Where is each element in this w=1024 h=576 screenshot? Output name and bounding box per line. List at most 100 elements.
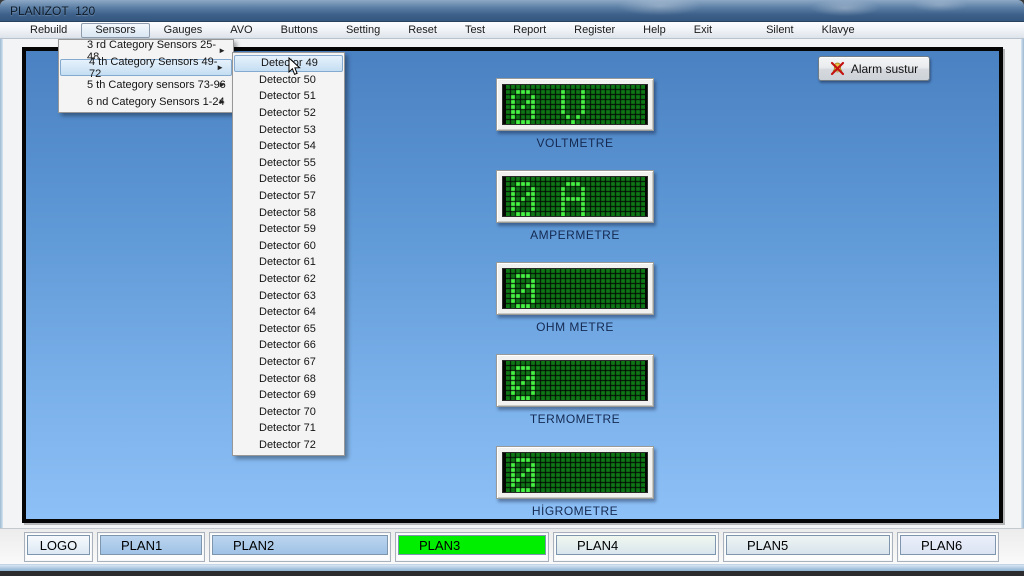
detector-menu-item[interactable]: Detector 56 (233, 171, 344, 188)
plan-tab-bar: LOGO PLAN1 PLAN2 PLAN3 PLAN4 (0, 528, 1024, 565)
window-border-bottom (0, 564, 1024, 571)
detector-menu-label: Detector 62 (259, 273, 316, 285)
window-border-left (0, 39, 3, 571)
detector-menu-item[interactable]: Detector 57 (233, 188, 344, 205)
detector-menu-item[interactable]: Detector 49 (234, 55, 343, 72)
detector-menu-item[interactable]: Detector 52 (233, 105, 344, 122)
detector-menu-label: Detector 70 (259, 406, 316, 418)
detector-menu-label: Detector 65 (259, 323, 316, 335)
detector-menu-label: Detector 66 (259, 339, 316, 351)
window-title: PLANIZOT 120 (10, 4, 95, 18)
detector-menu-item[interactable]: Detector 54 (233, 138, 344, 155)
led-display (496, 354, 654, 407)
detector-menu-item[interactable]: Detector 71 (233, 420, 344, 437)
led-display-label: AMPERMETRE (496, 228, 654, 242)
detector-menu-item[interactable]: Detector 69 (233, 387, 344, 404)
sensors-category-item[interactable]: 4 th Category Sensors 49-72 ► (60, 59, 232, 76)
detector-menu-item[interactable]: Detector 55 (233, 155, 344, 172)
menu-item[interactable]: Exit (680, 23, 726, 38)
led-screen (502, 452, 648, 493)
detector-menu-label: Detector 50 (259, 74, 316, 86)
plan-panel: PLAN4 (553, 532, 719, 562)
plan-tab[interactable]: PLAN2 (212, 535, 388, 555)
menu-item[interactable]: Sensors (81, 23, 149, 38)
plan-tab[interactable]: PLAN3 (398, 535, 546, 555)
detector-menu-item[interactable]: Detector 61 (233, 254, 344, 271)
detector-menu-item[interactable]: Detector 72 (233, 437, 344, 454)
menu-item[interactable]: Buttons (267, 23, 332, 38)
sensors-category-label: 6 nd Category Sensors 1-24 (87, 96, 225, 108)
detector-menu-label: Detector 72 (259, 439, 316, 451)
menu-item[interactable]: Silent (752, 23, 808, 38)
menu-item[interactable]: Reset (394, 23, 451, 38)
menu-item-label: Register (574, 24, 615, 36)
led-matrix (506, 361, 645, 400)
menu-item[interactable]: Report (499, 23, 560, 38)
alarm-mute-label: Alarm sustur (851, 62, 918, 76)
menu-item-label: Setting (346, 24, 380, 36)
plan-tab-label: PLAN4 (577, 538, 618, 553)
plan-tab-label: PLAN6 (921, 538, 962, 553)
plan-tab[interactable]: PLAN1 (100, 535, 202, 555)
detector-menu-item[interactable]: Detector 67 (233, 354, 344, 371)
led-display-label: TERMOMETRE (496, 412, 654, 426)
detector-menu-item[interactable]: Detector 60 (233, 238, 344, 255)
plan-panel: PLAN2 (209, 532, 391, 562)
menu-bar: Rebuild Sensors Gauges AVO Buttons Setti… (0, 22, 1024, 39)
detector-menu-item[interactable]: Detector 68 (233, 370, 344, 387)
plan-tab[interactable]: PLAN5 (726, 535, 890, 555)
detector-menu-item[interactable]: Detector 63 (233, 287, 344, 304)
led-unit: AMPERMETRE (496, 170, 654, 242)
menu-item-label: Help (643, 24, 666, 36)
plan-panel: LOGO (24, 532, 93, 562)
menu-item[interactable]: Test (451, 23, 499, 38)
menu-item[interactable]: Help (629, 23, 680, 38)
led-display (496, 78, 654, 131)
plan-tab[interactable]: LOGO (27, 535, 90, 555)
detector-menu-label: Detector 63 (259, 290, 316, 302)
sensors-dropdown-menu: 3 rd Category Sensors 25-48 ► 4 th Categ… (58, 39, 234, 113)
detector-menu-label: Detector 51 (259, 90, 316, 102)
submenu-arrow-icon: ► (216, 63, 224, 72)
detector-menu-label: Detector 67 (259, 356, 316, 368)
detector-menu-label: Detector 52 (259, 107, 316, 119)
detector-menu-label: Detector 55 (259, 157, 316, 169)
detector-menu-label: Detector 54 (259, 140, 316, 152)
detector-menu-label: Detector 71 (259, 422, 316, 434)
led-display-label: OHM METRE (496, 320, 654, 334)
menu-item[interactable]: Register (560, 23, 629, 38)
alarm-mute-button[interactable]: Alarm sustur (818, 56, 930, 81)
led-display (496, 170, 654, 223)
detector-menu-label: Detector 49 (261, 57, 318, 69)
detector-menu-item[interactable]: Detector 62 (233, 271, 344, 288)
detector-menu-item[interactable]: Detector 65 (233, 321, 344, 338)
menu-item-label: Silent (766, 24, 794, 36)
detector-menu-item[interactable]: Detector 50 (233, 72, 344, 89)
led-screen (502, 176, 648, 217)
sensors-category-item[interactable]: 6 nd Category Sensors 1-24 ► (59, 93, 233, 110)
detector-menu-label: Detector 61 (259, 256, 316, 268)
detector-menu-item[interactable]: Detector 58 (233, 204, 344, 221)
menu-item[interactable]: Klavye (808, 23, 869, 38)
led-matrix (506, 269, 645, 308)
detector-menu-item[interactable]: Detector 53 (233, 121, 344, 138)
plan-tab[interactable]: PLAN6 (900, 535, 996, 555)
menu-item[interactable]: Setting (332, 23, 394, 38)
menu-item[interactable]: Rebuild (16, 23, 81, 38)
detector-menu-item[interactable]: Detector 51 (233, 88, 344, 105)
detector-menu-item[interactable]: Detector 70 (233, 403, 344, 420)
menu-item-label: Test (465, 24, 485, 36)
detector-menu-label: Detector 64 (259, 306, 316, 318)
detector-menu-item[interactable]: Detector 59 (233, 221, 344, 238)
led-unit: VOLTMETRE (496, 78, 654, 150)
led-display-label: HİGROMETRE (496, 504, 654, 518)
menu-item[interactable]: AVO (216, 23, 266, 38)
menu-item[interactable]: Gauges (150, 23, 217, 38)
sensors-category-item[interactable]: 5 th Category sensors 73-96 ► (59, 76, 233, 93)
plan-tab[interactable]: PLAN4 (556, 535, 716, 555)
sensors-category-label: 5 th Category sensors 73-96 (87, 79, 226, 91)
detector-menu-item[interactable]: Detector 64 (233, 304, 344, 321)
plan-tab-label: PLAN2 (233, 538, 274, 553)
menu-item-label: Rebuild (30, 24, 67, 36)
detector-menu-item[interactable]: Detector 66 (233, 337, 344, 354)
